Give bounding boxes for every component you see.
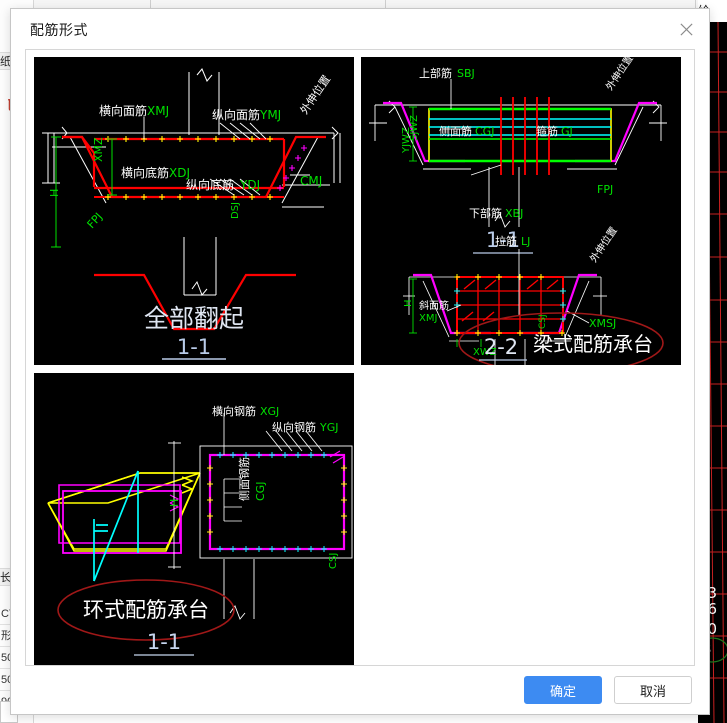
dialog-title: 配筋形式 xyxy=(30,22,88,38)
svg-text:侧面筋: 侧面筋 xyxy=(439,124,472,138)
svg-text:纵向面筋: 纵向面筋 xyxy=(212,107,260,122)
svg-text:YDJ: YDJ xyxy=(239,178,260,192)
svg-text:横向面筋: 横向面筋 xyxy=(99,103,147,118)
svg-text:CSJ: CSJ xyxy=(328,553,339,569)
svg-text:FPJ: FPJ xyxy=(597,183,613,196)
option-all-turned-up[interactable]: 横向面筋 XMJ 纵向面筋 YMJ 横向底筋 XDJ 纵向底筋 YDJ CMJ XMZ … xyxy=(34,57,354,365)
svg-text:SBJ: SBJ xyxy=(457,67,475,80)
option-beam-type-reinforcement[interactable]: 上部筋 SBJ 侧面筋 CGJ 箍筋 GJ 下部筋 XBJ SJWZ YJWZ FPJ … xyxy=(361,57,681,365)
svg-text:YGJ: YGJ xyxy=(319,421,339,434)
svg-text:XGJ: XGJ xyxy=(260,405,279,418)
svg-text:XMZ: XMZ xyxy=(92,137,105,162)
svg-text:CGJ: CGJ xyxy=(254,482,267,501)
svg-text:上部筋: 上部筋 xyxy=(419,66,452,80)
panel1-caption: 全部翻起 xyxy=(144,304,244,333)
ok-button[interactable]: 确定 xyxy=(524,676,602,704)
svg-text:横向钢筋: 横向钢筋 xyxy=(212,404,256,418)
svg-text:H: H xyxy=(48,189,61,197)
svg-text:斜面筋: 斜面筋 xyxy=(419,299,449,312)
svg-text:FPJ: FPJ xyxy=(85,210,106,231)
panel2-caption: 梁式配筋承台 xyxy=(533,332,653,356)
panel2-section-bottom: 2-2 xyxy=(484,335,518,359)
svg-text:CSJ: CSJ xyxy=(538,314,548,329)
option-ring-type-reinforcement[interactable]: 横向钢筋 XGJ 纵向钢筋 YGJ 侧面钢筋 CGJ CSJ H 环式配筋承台 1-… xyxy=(34,373,354,665)
svg-text:CMJ: CMJ xyxy=(300,174,322,188)
dialog-footer: 确定 取消 xyxy=(11,666,709,714)
dialog-content: 横向面筋 XMJ 纵向面筋 YMJ 横向底筋 XDJ 纵向底筋 YDJ CMJ XMZ … xyxy=(25,49,695,666)
svg-text:YMJ: YMJ xyxy=(259,108,281,122)
svg-text:H: H xyxy=(168,499,181,507)
svg-text:CGJ: CGJ xyxy=(475,125,494,138)
svg-text:外伸位置: 外伸位置 xyxy=(587,224,620,264)
svg-text:箍筋: 箍筋 xyxy=(536,124,558,138)
svg-text:外伸位置: 外伸位置 xyxy=(603,57,636,93)
svg-text:横向底筋: 横向底筋 xyxy=(121,165,169,180)
svg-text:DSJ: DSJ xyxy=(230,202,241,219)
svg-text:XBJ: XBJ xyxy=(505,207,523,220)
svg-text:GJ: GJ xyxy=(561,125,573,138)
svg-text:侧面钢筋: 侧面钢筋 xyxy=(237,457,251,501)
reinforcement-form-dialog: 配筋形式 横向面筋 XMJ 纵向面筋 YMJ 横向底筋 XDJ 纵向底筋 YDJ… xyxy=(10,8,710,715)
screen: 纸管 长管 CT- 形 500 500 900 绘 xyxy=(0,0,727,723)
svg-text:下部筋: 下部筋 xyxy=(469,206,502,220)
panel-grid: 横向面筋 XMJ 纵向面筋 YMJ 横向底筋 XDJ 纵向底筋 YDJ CMJ XMZ … xyxy=(34,57,686,665)
panel3-caption: 环式配筋承台 xyxy=(83,598,209,622)
svg-text:纵向钢筋: 纵向钢筋 xyxy=(272,420,316,434)
svg-text:XMJ: XMJ xyxy=(147,104,169,118)
svg-text:LJ: LJ xyxy=(521,235,530,248)
svg-text:XMJ: XMJ xyxy=(419,313,437,324)
close-icon[interactable] xyxy=(673,16,699,42)
svg-text:XMSJ: XMSJ xyxy=(589,317,616,330)
cancel-button[interactable]: 取消 xyxy=(614,676,692,704)
svg-text:H: H xyxy=(403,299,414,307)
svg-text:纵向底筋: 纵向底筋 xyxy=(186,177,234,192)
panel3-section: 1-1 xyxy=(147,630,181,654)
svg-text:拉筋: 拉筋 xyxy=(495,234,517,248)
svg-text:外伸位置: 外伸位置 xyxy=(297,72,333,116)
dialog-titlebar: 配筋形式 xyxy=(11,9,709,49)
panel1-section: 1-1 xyxy=(177,335,211,359)
svg-text:YJWZ: YJWZ xyxy=(401,127,412,154)
